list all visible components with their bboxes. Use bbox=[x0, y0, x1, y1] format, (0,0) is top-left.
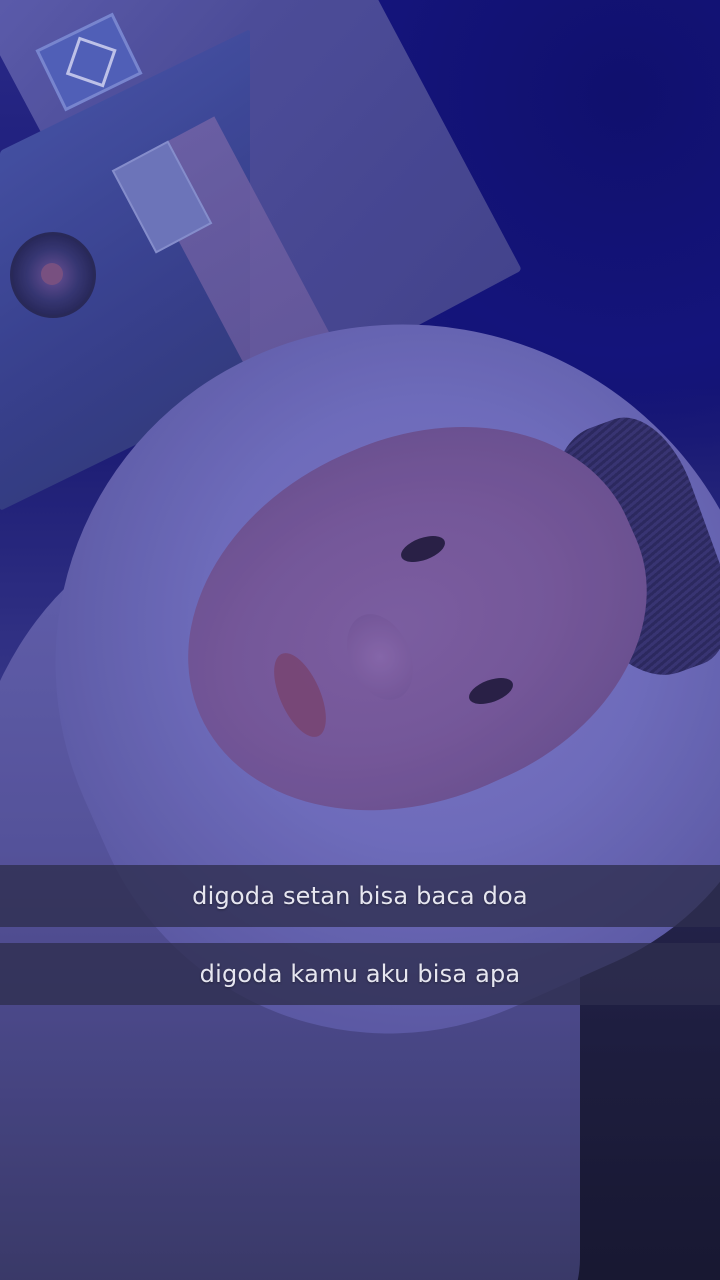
caption-text-1: digoda setan bisa baca doa bbox=[192, 882, 528, 910]
color-filter-overlay bbox=[0, 0, 720, 1280]
caption-text-2: digoda kamu aku bisa apa bbox=[199, 960, 521, 988]
story-viewer: digoda setan bisa baca doa digoda kamu a… bbox=[0, 0, 720, 1280]
caption-bar-2: digoda kamu aku bisa apa bbox=[0, 943, 720, 1005]
caption-bar-1: digoda setan bisa baca doa bbox=[0, 865, 720, 927]
